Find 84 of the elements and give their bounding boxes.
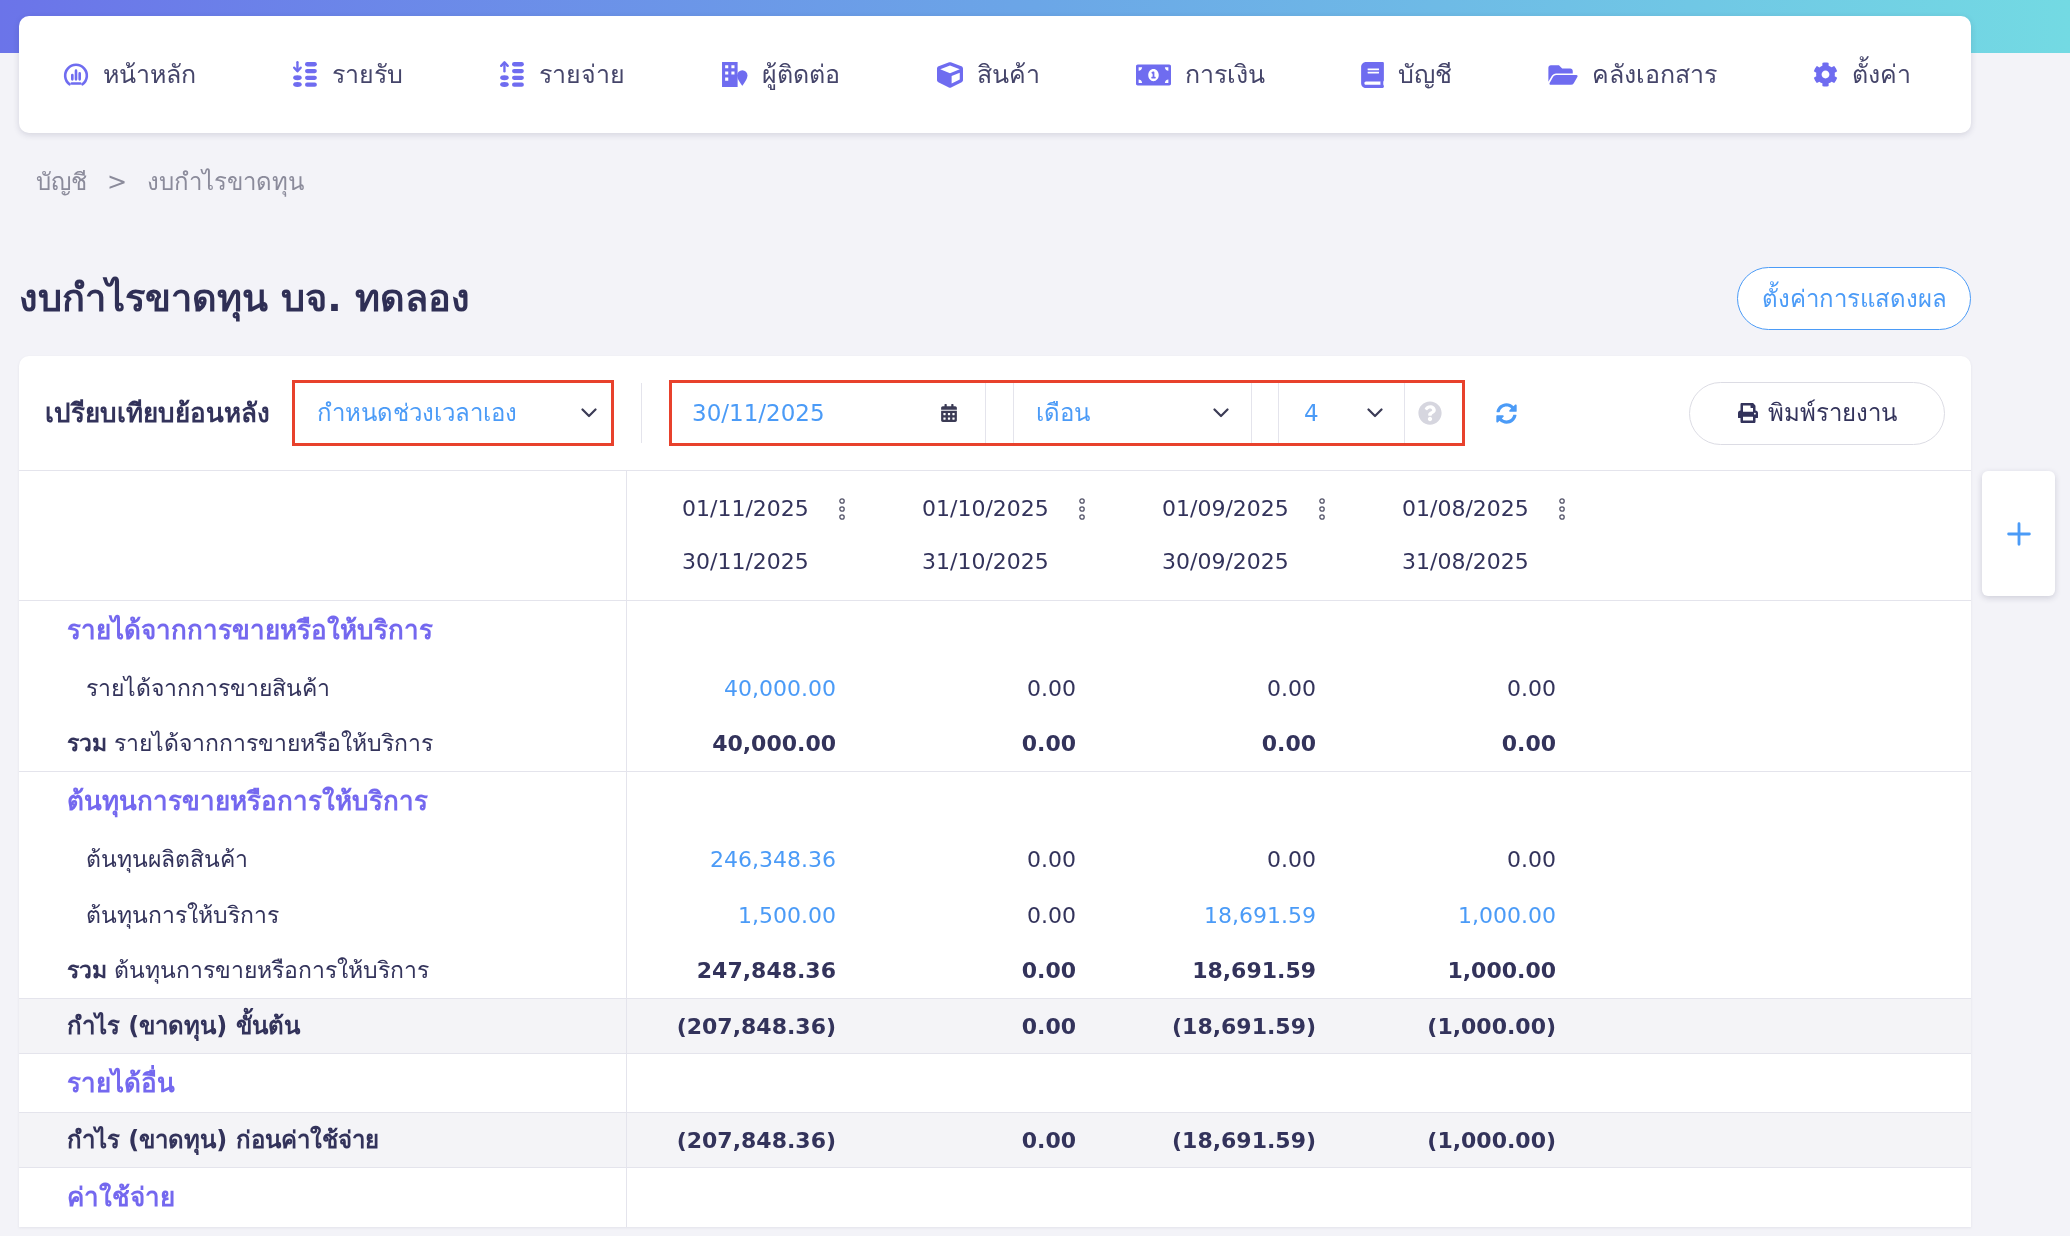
more-options-icon[interactable]: [1318, 498, 1325, 520]
gauge-icon: [63, 61, 89, 88]
amount-link[interactable]: 1,500.00: [738, 898, 836, 932]
amount-link[interactable]: 246,348.36: [710, 842, 836, 876]
amount: 0.00: [1507, 674, 1556, 703]
period-select[interactable]: เดือน: [1013, 383, 1252, 443]
total-label: รวม รายได้จากการขายหรือให้บริการ: [67, 729, 434, 759]
amount: 0.00: [1267, 674, 1316, 703]
building-pin-icon: [721, 61, 749, 88]
column-end-date: 31/08/2025: [1402, 548, 1529, 576]
refresh-icon[interactable]: [1496, 402, 1517, 424]
nav-item[interactable]: หน้าหลัก: [63, 55, 196, 94]
date-field[interactable]: 30/11/2025: [672, 383, 986, 443]
subtotal-amount: (1,000.00): [1427, 1012, 1556, 1041]
plus-icon: [2006, 521, 2031, 546]
compare-label: เปรียบเทียบย้อนหลัง: [45, 396, 270, 430]
column-start-date: 01/08/2025: [1402, 495, 1529, 523]
subtotal-amount: (207,848.36): [676, 1012, 836, 1041]
subtotal-label: กำไร (ขาดทุน) ก่อนค่าใช้จ่าย: [67, 1124, 379, 1157]
column-start-date: 01/10/2025: [922, 495, 1049, 523]
nav-item[interactable]: สินค้า: [936, 55, 1040, 94]
section-heading: รายได้อื่น: [67, 1064, 175, 1100]
total-amount: 0.00: [1501, 730, 1556, 758]
column-end-date: 31/10/2025: [922, 548, 1049, 576]
total-amount: 1,000.00: [1447, 957, 1556, 985]
total-amount: 40,000.00: [712, 730, 836, 758]
amount-link[interactable]: 18,691.59: [1204, 898, 1316, 932]
nav-item[interactable]: ผู้ติดต่อ: [721, 55, 841, 94]
amount: 0.00: [1027, 901, 1076, 930]
nav-item[interactable]: ตั้งค่า: [1813, 55, 1911, 94]
coins-arrow-up-icon: [499, 61, 526, 88]
breadcrumb-link[interactable]: บัญชี: [36, 164, 87, 200]
amount: 0.00: [1507, 845, 1556, 874]
total-amount: 18,691.59: [1192, 957, 1316, 985]
account-name: ต้นทุนการให้บริการ: [86, 900, 279, 931]
column-end-date: 30/09/2025: [1162, 548, 1289, 576]
more-options-icon[interactable]: [1558, 498, 1565, 520]
cube-icon: [936, 61, 963, 88]
account-name: ต้นทุนผลิตสินค้า: [86, 844, 248, 875]
subtotal-amount: (18,691.59): [1172, 1012, 1316, 1041]
print-button[interactable]: พิมพ์รายงาน: [1689, 381, 1945, 445]
amount: 0.00: [1027, 845, 1076, 874]
count-select[interactable]: 4: [1278, 383, 1405, 443]
subtotal-amount: (18,691.59): [1172, 1126, 1316, 1155]
display-settings-button[interactable]: ตั้งค่าการแสดงผล: [1737, 267, 1971, 330]
printer-icon: [1737, 403, 1758, 423]
amount: 0.00: [1267, 845, 1316, 874]
more-options-icon[interactable]: [838, 498, 845, 520]
total-amount: 0.00: [1261, 730, 1316, 758]
nav-item[interactable]: การเงิน: [1135, 55, 1265, 94]
subtotal-label: กำไร (ขาดทุน) ขั้นต้น: [67, 1008, 300, 1044]
total-amount: 247,848.36: [696, 957, 836, 985]
subtotal-amount: 0.00: [1021, 1126, 1076, 1155]
amount-link[interactable]: 1,000.00: [1458, 898, 1556, 932]
total-label: รวม ต้นทุนการขายหรือการให้บริการ: [67, 956, 430, 986]
breadcrumb-current: งบกำไรขาดทุน: [147, 167, 305, 199]
amount: 0.00: [1027, 674, 1076, 703]
page-title: งบกำไรขาดทุน บจ. ทดลอง: [19, 275, 470, 324]
subtotal-amount: (1,000.00): [1427, 1126, 1556, 1155]
chevron-down-icon: [1367, 408, 1383, 418]
book-icon: [1360, 61, 1384, 88]
calendar-icon: [941, 404, 957, 422]
nav-item[interactable]: คลังเอกสาร: [1547, 55, 1717, 94]
account-name: รายได้จากการขายสินค้า: [86, 673, 330, 703]
subtotal-amount: (207,848.36): [676, 1126, 836, 1155]
column-start-date: 01/11/2025: [682, 495, 809, 523]
coins-arrow-down-icon: [292, 61, 319, 88]
chevron-down-icon: [1213, 408, 1229, 418]
nav-item[interactable]: รายจ่าย: [499, 55, 626, 94]
subtotal-amount: 0.00: [1021, 1012, 1076, 1041]
more-options-icon[interactable]: [1078, 498, 1085, 520]
breadcrumb-separator: >: [107, 167, 128, 198]
nav-item[interactable]: บัญชี: [1360, 55, 1452, 94]
gear-icon: [1813, 62, 1838, 87]
column-start-date: 01/09/2025: [1162, 495, 1289, 523]
chevron-down-icon: [581, 408, 597, 418]
total-amount: 0.00: [1021, 730, 1076, 758]
column-end-date: 30/11/2025: [682, 548, 809, 576]
section-heading: รายได้จากการขายหรือให้บริการ: [67, 613, 433, 647]
section-heading: ค่าใช้จ่าย: [67, 1181, 175, 1214]
nav-item[interactable]: รายรับ: [292, 55, 404, 94]
total-amount: 0.00: [1021, 957, 1076, 985]
section-heading: ต้นทุนการขายหรือการให้บริการ: [67, 785, 428, 820]
amount-link[interactable]: 40,000.00: [724, 671, 836, 705]
